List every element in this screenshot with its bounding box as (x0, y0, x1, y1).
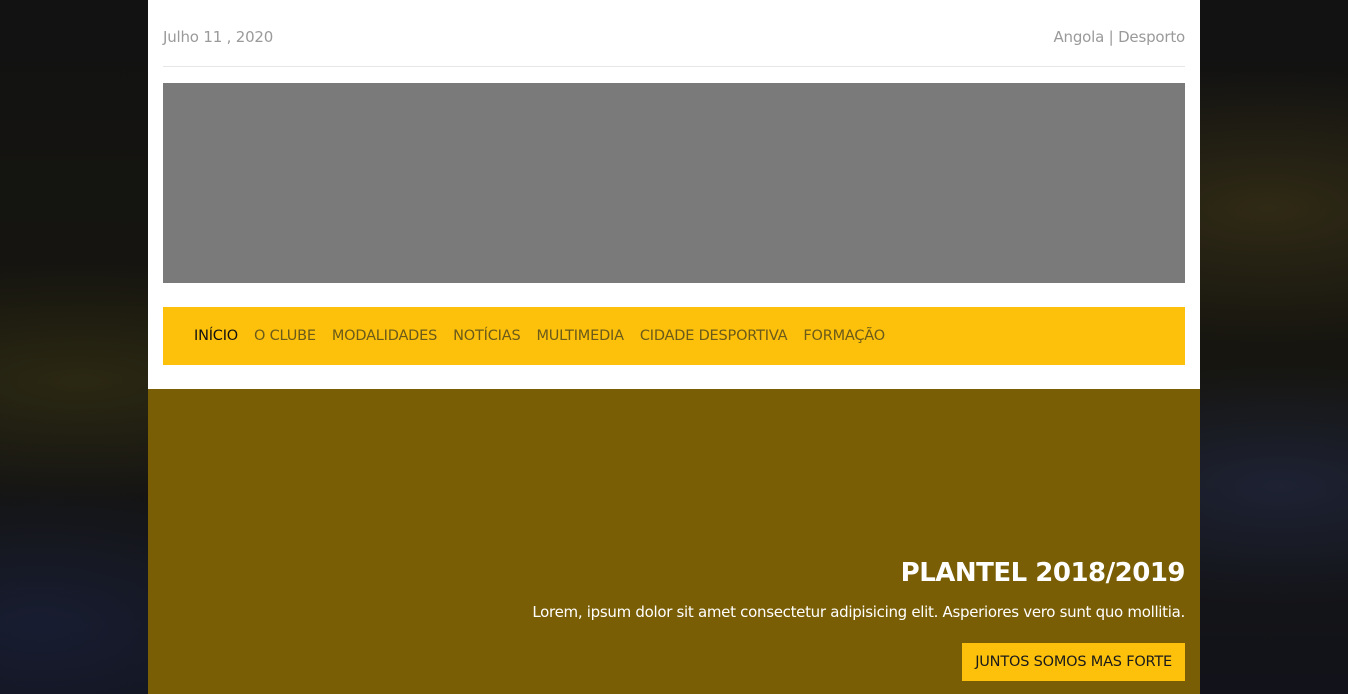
site-header: Julho 11 , 2020 Angola | Desporto INÍCIO… (148, 0, 1200, 389)
nav-item-noticias[interactable]: NOTÍCIAS (453, 328, 521, 344)
nav-item-o-clube[interactable]: O CLUBE (254, 328, 316, 344)
top-info-bar: Julho 11 , 2020 Angola | Desporto (163, 0, 1185, 67)
nav-item-formacao[interactable]: FORMAÇÃO (803, 328, 885, 344)
nav-item-cidade-desportiva[interactable]: CIDADE DESPORTIVA (640, 328, 788, 344)
nav-item-modalidades[interactable]: MODALIDADES (332, 328, 437, 344)
location-label: Angola | Desporto (1053, 28, 1185, 46)
hero-section: PLANTEL 2018/2019 Lorem, ipsum dolor sit… (148, 389, 1200, 694)
hero-description: Lorem, ipsum dolor sit amet consectetur … (532, 603, 1185, 621)
current-date: Julho 11 , 2020 (163, 28, 274, 46)
hero-cta-button[interactable]: JUNTOS SOMOS MAS FORTE (962, 643, 1185, 681)
nav-list: INÍCIO O CLUBE MODALIDADES NOTÍCIAS MULT… (194, 307, 901, 365)
header-banner-placeholder (163, 83, 1185, 283)
nav-item-multimedia[interactable]: MULTIMEDIA (536, 328, 624, 344)
page-container: Julho 11 , 2020 Angola | Desporto INÍCIO… (148, 0, 1200, 694)
main-navigation: INÍCIO O CLUBE MODALIDADES NOTÍCIAS MULT… (163, 307, 1185, 365)
nav-item-inicio[interactable]: INÍCIO (194, 328, 238, 344)
hero-title: PLANTEL 2018/2019 (900, 558, 1186, 588)
